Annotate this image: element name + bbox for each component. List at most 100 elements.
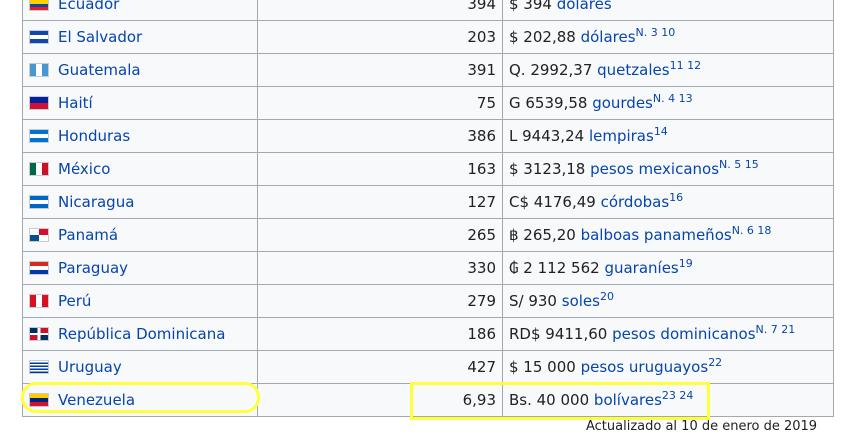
country-cell: Panamá [22, 218, 258, 252]
currency-cell: G 6539,58 gourdesN. 4 13 [502, 86, 834, 120]
highlight-venezuela-country [21, 382, 260, 413]
currency-link[interactable]: córdobas [601, 193, 670, 211]
country-cell: México [22, 152, 258, 186]
nicaragua-flag-icon [29, 195, 49, 209]
footnote-ref[interactable]: N. 3 10 [636, 26, 676, 39]
country-cell: Perú [22, 284, 258, 318]
currency-cell: $ 202,88 dólaresN. 3 10 [502, 20, 834, 54]
country-link[interactable]: Guatemala [58, 61, 141, 79]
currency-link[interactable]: pesos uruguayos [581, 358, 709, 376]
value-cell: 391 [257, 53, 503, 87]
footnote-ref[interactable]: N. 4 13 [653, 92, 693, 105]
footnote-ref[interactable]: 19 [679, 257, 693, 270]
currency-link[interactable]: gourdes [592, 94, 653, 112]
table-row: Ecuador 394 $ 394 dólares [22, 0, 834, 21]
country-link[interactable]: Panamá [58, 226, 118, 244]
table-row: Guatemala 391 Q. 2992,37 quetzales11 12 [22, 53, 834, 87]
value-cell: 427 [257, 350, 503, 384]
currency-link[interactable]: soles [562, 292, 600, 310]
country-link[interactable]: Uruguay [58, 358, 122, 376]
dominican-republic-flag-icon [29, 327, 49, 341]
value-cell: 163 [257, 152, 503, 186]
country-cell: Nicaragua [22, 185, 258, 219]
currency-link[interactable]: pesos mexicanos [590, 160, 719, 178]
currency-link[interactable]: guaraníes [604, 259, 678, 277]
currency-amount: S/ 930 [509, 292, 557, 310]
minimum-wage-table: Ecuador 394 $ 394 dólares El Salvador 20… [22, 0, 834, 417]
country-cell: El Salvador [22, 20, 258, 54]
footnote-ref[interactable]: 14 [654, 125, 668, 138]
country-cell: República Dominicana [22, 317, 258, 351]
value-cell: 386 [257, 119, 503, 153]
currency-amount: G 6539,58 [509, 94, 588, 112]
currency-cell: RD$ 9411,60 pesos dominicanosN. 7 21 [502, 317, 834, 351]
currency-amount: L 9443,24 [509, 127, 585, 145]
table-row: Honduras 386 L 9443,24 lempiras14 [22, 119, 834, 153]
guatemala-flag-icon [29, 63, 49, 77]
ecuador-flag-icon [29, 0, 49, 11]
country-cell: Honduras [22, 119, 258, 153]
country-link[interactable]: México [58, 160, 110, 178]
currency-cell: Q. 2992,37 quetzales11 12 [502, 53, 834, 87]
currency-cell: $ 3123,18 pesos mexicanosN. 5 15 [502, 152, 834, 186]
currency-link[interactable]: dólares [581, 28, 636, 46]
currency-amount: ฿ 265,20 [509, 226, 576, 244]
footnote-ref[interactable]: N. 6 18 [732, 224, 772, 237]
currency-cell: ₲ 2 112 562 guaraníes19 [502, 251, 834, 285]
country-cell: Guatemala [22, 53, 258, 87]
peru-flag-icon [29, 294, 49, 308]
country-link[interactable]: Honduras [58, 127, 130, 145]
currency-cell: C$ 4176,49 córdobas16 [502, 185, 834, 219]
footnote-ref[interactable]: 11 12 [670, 59, 702, 72]
panama-flag-icon [29, 228, 49, 242]
country-cell: Paraguay [22, 251, 258, 285]
country-link[interactable]: Paraguay [58, 259, 128, 277]
currency-cell: S/ 930 soles20 [502, 284, 834, 318]
value-cell: 394 [257, 0, 503, 21]
currency-cell: $ 15 000 pesos uruguayos22 [502, 350, 834, 384]
footnote-ref[interactable]: N. 7 21 [756, 323, 796, 336]
currency-link[interactable]: balboas panameños [581, 226, 732, 244]
paraguay-flag-icon [29, 261, 49, 275]
table-row: Perú 279 S/ 930 soles20 [22, 284, 834, 318]
table-row: República Dominicana 186 RD$ 9411,60 pes… [22, 317, 834, 351]
footnote-ref[interactable]: N. 5 15 [719, 158, 759, 171]
currency-link[interactable]: pesos dominicanos [612, 325, 755, 343]
footnote-ref[interactable]: 16 [669, 191, 683, 204]
highlight-venezuela-value [410, 382, 710, 420]
table-row: Paraguay 330 ₲ 2 112 562 guaraníes19 [22, 251, 834, 285]
el-salvador-flag-icon [29, 30, 49, 44]
value-cell: 127 [257, 185, 503, 219]
value-cell: 75 [257, 86, 503, 120]
currency-link[interactable]: lempiras [589, 127, 654, 145]
value-cell: 279 [257, 284, 503, 318]
table-row: Nicaragua 127 C$ 4176,49 córdobas16 [22, 185, 834, 219]
uruguay-flag-icon [29, 360, 49, 374]
currency-amount: C$ 4176,49 [509, 193, 596, 211]
table-row: México 163 $ 3123,18 pesos mexicanosN. 5… [22, 152, 834, 186]
country-link[interactable]: Perú [58, 292, 91, 310]
table-footnote: Actualizado al 10 de enero de 2019 [586, 419, 818, 434]
country-link[interactable]: Haití [58, 94, 93, 112]
value-cell: 203 [257, 20, 503, 54]
currency-link[interactable]: quetzales [597, 61, 669, 79]
currency-amount: $ 3123,18 [509, 160, 586, 178]
haiti-flag-icon [29, 96, 49, 110]
country-link[interactable]: Ecuador [58, 0, 119, 13]
value-cell: 330 [257, 251, 503, 285]
country-cell: Uruguay [22, 350, 258, 384]
table-row: El Salvador 203 $ 202,88 dólaresN. 3 10 [22, 20, 834, 54]
value-cell: 265 [257, 218, 503, 252]
country-cell: Haití [22, 86, 258, 120]
country-link[interactable]: Nicaragua [58, 193, 134, 211]
footnote-ref[interactable]: 20 [600, 290, 614, 303]
country-link[interactable]: República Dominicana [58, 325, 225, 343]
honduras-flag-icon [29, 129, 49, 143]
currency-amount: $ 202,88 [509, 28, 576, 46]
table-row: Haití 75 G 6539,58 gourdesN. 4 13 [22, 86, 834, 120]
currency-link[interactable]: dólares [557, 0, 612, 13]
country-cell: Ecuador [22, 0, 258, 21]
country-link[interactable]: El Salvador [58, 28, 142, 46]
footnote-ref[interactable]: 22 [708, 356, 722, 369]
currency-cell: $ 394 dólares [502, 0, 834, 21]
